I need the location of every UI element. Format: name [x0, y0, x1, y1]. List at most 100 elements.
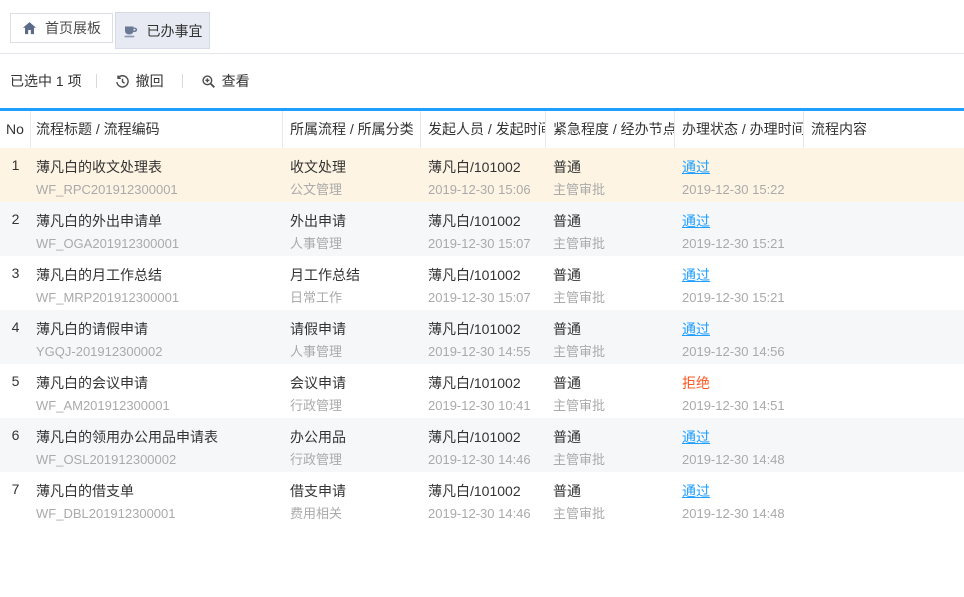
table-row[interactable]: 5 薄凡白的会议申请 WF_AM201912300001 会议申请 行政管理 薄…: [0, 364, 964, 418]
handle-time: 2019-12-30 15:22: [682, 180, 804, 200]
process-category: 费用相关: [290, 504, 421, 524]
status-link[interactable]: 通过: [682, 159, 710, 175]
urgency-level: 普通: [553, 373, 675, 393]
initiator: 薄凡白/101002: [428, 319, 546, 339]
tab-label: 已办事宜: [147, 21, 203, 41]
view-label: 查看: [222, 71, 250, 91]
handle-time: 2019-12-30 14:48: [682, 504, 804, 524]
process-name: 借支申请: [290, 481, 421, 501]
process-code: WF_DBL201912300001: [36, 504, 283, 524]
process-code: WF_OGA201912300001: [36, 234, 283, 254]
process-category: 公文管理: [290, 180, 421, 200]
column-header-urgency-node: 紧急程度 / 经办节点: [546, 111, 675, 148]
process-content-cell: [804, 256, 964, 310]
column-header-content: 流程内容: [804, 111, 964, 148]
handle-time: 2019-12-30 14:51: [682, 396, 804, 416]
handling-node: 主管审批: [553, 288, 675, 308]
table-row[interactable]: 4 薄凡白的请假申请 YGQJ-201912300002 请假申请 人事管理 薄…: [0, 310, 964, 364]
status-link[interactable]: 拒绝: [682, 375, 710, 391]
process-name: 外出申请: [290, 211, 421, 231]
table-row[interactable]: 7 薄凡白的借支单 WF_DBL201912300001 借支申请 费用相关 薄…: [0, 472, 964, 526]
status-link[interactable]: 通过: [682, 267, 710, 283]
urgency-level: 普通: [553, 157, 675, 177]
urgency-level: 普通: [553, 319, 675, 339]
process-content-cell: [804, 472, 964, 526]
handle-time: 2019-12-30 15:21: [682, 234, 804, 254]
tab-label: 首页展板: [45, 18, 101, 38]
row-number: 5: [0, 364, 31, 418]
tab-done-tasks[interactable]: 已办事宜: [115, 12, 210, 49]
tab-home-dashboard[interactable]: 首页展板: [10, 13, 113, 43]
initiator: 薄凡白/101002: [428, 481, 546, 501]
view-button[interactable]: 查看: [197, 69, 254, 93]
home-icon: [22, 21, 37, 36]
handling-node: 主管审批: [553, 450, 675, 470]
process-content-cell: [804, 310, 964, 364]
column-header-no: No: [0, 111, 31, 148]
table-row[interactable]: 2 薄凡白的外出申请单 WF_OGA201912300001 外出申请 人事管理…: [0, 202, 964, 256]
table-row[interactable]: 1 薄凡白的收文处理表 WF_RPC201912300001 收文处理 公文管理…: [0, 148, 964, 202]
process-content-cell: [804, 364, 964, 418]
row-number: 7: [0, 472, 31, 526]
process-title: 薄凡白的请假申请: [36, 319, 283, 339]
column-header-initiator-time: 发起人员 / 发起时间: [421, 111, 546, 148]
process-category: 人事管理: [290, 234, 421, 254]
column-header-status-time: 办理状态 / 办理时间: [675, 111, 804, 148]
urgency-level: 普通: [553, 265, 675, 285]
zoom-view-icon: [201, 74, 216, 89]
tea-cup-icon: [123, 23, 139, 39]
process-category: 人事管理: [290, 342, 421, 362]
process-category: 行政管理: [290, 396, 421, 416]
handle-time: 2019-12-30 14:48: [682, 450, 804, 470]
status-link[interactable]: 通过: [682, 213, 710, 229]
process-content-cell: [804, 418, 964, 472]
initiator: 薄凡白/101002: [428, 211, 546, 231]
process-code: WF_OSL201912300002: [36, 450, 283, 470]
status-link[interactable]: 通过: [682, 483, 710, 499]
table-row[interactable]: 6 薄凡白的领用办公用品申请表 WF_OSL201912300002 办公用品 …: [0, 418, 964, 472]
row-number: 3: [0, 256, 31, 310]
handle-time: 2019-12-30 15:21: [682, 288, 804, 308]
column-header-process-category: 所属流程 / 所属分类: [283, 111, 421, 148]
withdraw-label: 撤回: [136, 71, 164, 91]
initiator: 薄凡白/101002: [428, 427, 546, 447]
handling-node: 主管审批: [553, 234, 675, 254]
process-category: 行政管理: [290, 450, 421, 470]
process-content-cell: [804, 148, 964, 202]
process-name: 收文处理: [290, 157, 421, 177]
status-link[interactable]: 通过: [682, 321, 710, 337]
column-header-title-code: 流程标题 / 流程编码: [31, 111, 283, 148]
process-title: 薄凡白的借支单: [36, 481, 283, 501]
toolbar-divider: [96, 74, 97, 88]
urgency-level: 普通: [553, 211, 675, 231]
done-tasks-page: 首页展板 已办事宜 已选中 1 项: [0, 0, 964, 597]
process-code: YGQJ-201912300002: [36, 342, 283, 362]
start-time: 2019-12-30 15:07: [428, 288, 546, 308]
handling-node: 主管审批: [553, 396, 675, 416]
process-content-cell: [804, 202, 964, 256]
urgency-level: 普通: [553, 427, 675, 447]
handle-time: 2019-12-30 14:56: [682, 342, 804, 362]
status-link[interactable]: 通过: [682, 429, 710, 445]
table-body: 1 薄凡白的收文处理表 WF_RPC201912300001 收文处理 公文管理…: [0, 148, 964, 526]
row-number: 6: [0, 418, 31, 472]
process-category: 日常工作: [290, 288, 421, 308]
process-title: 薄凡白的会议申请: [36, 373, 283, 393]
table-row[interactable]: 3 薄凡白的月工作总结 WF_MRP201912300001 月工作总结 日常工…: [0, 256, 964, 310]
start-time: 2019-12-30 15:07: [428, 234, 546, 254]
process-code: WF_AM201912300001: [36, 396, 283, 416]
toolbar-divider: [182, 74, 183, 88]
process-name: 月工作总结: [290, 265, 421, 285]
start-time: 2019-12-30 14:55: [428, 342, 546, 362]
row-number: 4: [0, 310, 31, 364]
initiator: 薄凡白/101002: [428, 373, 546, 393]
process-name: 请假申请: [290, 319, 421, 339]
start-time: 2019-12-30 14:46: [428, 450, 546, 470]
process-name: 会议申请: [290, 373, 421, 393]
undo-icon: [115, 74, 130, 89]
process-code: WF_RPC201912300001: [36, 180, 283, 200]
start-time: 2019-12-30 10:41: [428, 396, 546, 416]
handling-node: 主管审批: [553, 342, 675, 362]
withdraw-button[interactable]: 撤回: [111, 69, 168, 93]
table-header: No 流程标题 / 流程编码 所属流程 / 所属分类 发起人员 / 发起时间 紧…: [0, 111, 964, 148]
